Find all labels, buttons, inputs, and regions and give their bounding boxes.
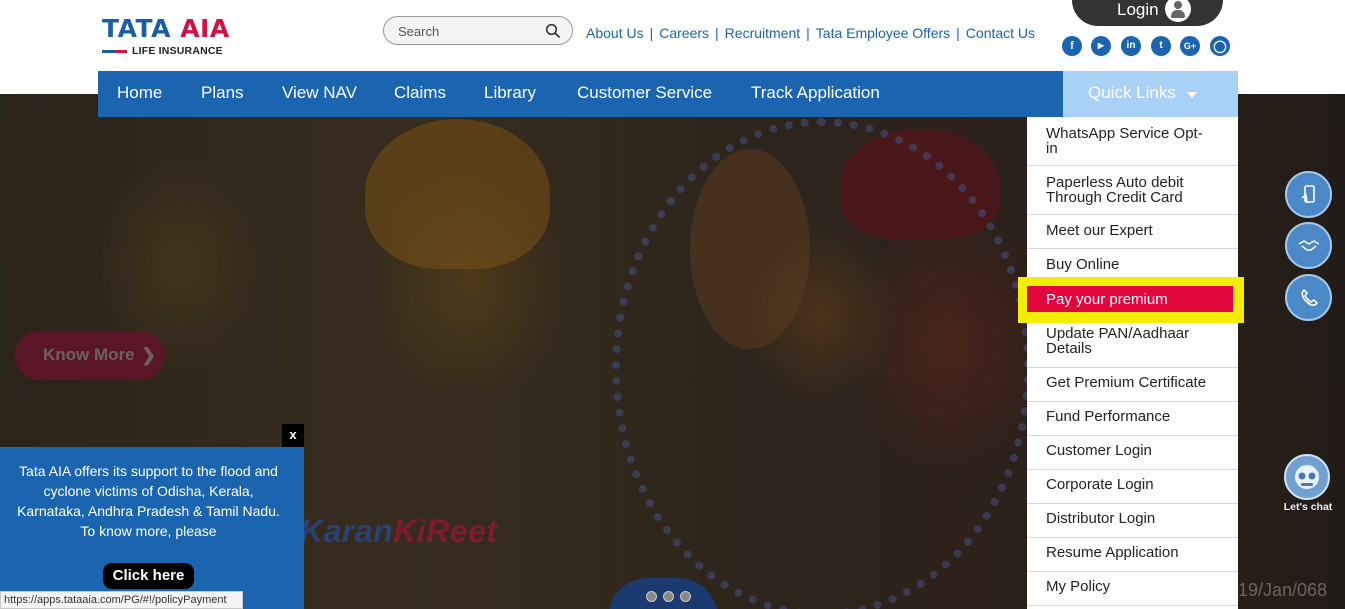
- quick-links-label: Quick Links: [1088, 83, 1176, 102]
- close-notice-button[interactable]: x: [282, 424, 304, 447]
- search-input[interactable]: [398, 22, 538, 40]
- menu-item-label: Distributor Login: [1046, 510, 1156, 527]
- search-icon[interactable]: [545, 23, 561, 39]
- hero-decorative-ring: [612, 118, 1032, 609]
- menu-item-corporate-login[interactable]: Corporate Login: [1027, 470, 1238, 504]
- menu-item-label: WhatsApp Service Opt- in: [1046, 125, 1203, 157]
- separator: |: [649, 25, 654, 41]
- tata-employee-offers-link[interactable]: Tata Employee Offers: [816, 25, 950, 41]
- phone-icon: [1301, 288, 1319, 306]
- nav-track-application[interactable]: Track Application: [751, 71, 880, 117]
- phone-hand-icon: [1301, 185, 1315, 204]
- menu-item-label: Resume Application: [1046, 544, 1179, 561]
- page: KaranKiReet Know More ❯ 19/Jan/068 TATA …: [0, 0, 1345, 609]
- handshake-icon: [1298, 240, 1320, 251]
- logo-aia: AIA: [180, 14, 230, 43]
- nav-library[interactable]: Library: [484, 71, 536, 117]
- chatbot-icon: [1284, 454, 1330, 500]
- about-us-link[interactable]: About Us: [586, 25, 644, 41]
- quick-links-toggle[interactable]: Quick Links: [1063, 71, 1238, 117]
- menu-item-label: Meet our Expert: [1046, 222, 1153, 239]
- nav-customer-service[interactable]: Customer Service: [577, 71, 712, 117]
- user-icon: [1165, 0, 1191, 22]
- menu-item-my-policy[interactable]: My Policy: [1027, 572, 1238, 606]
- menu-item-distributor-login[interactable]: Distributor Login: [1027, 504, 1238, 538]
- menu-item-label: Corporate Login: [1046, 476, 1154, 493]
- chat-widget[interactable]: Let's chat: [1282, 454, 1332, 514]
- partner-button[interactable]: [1285, 222, 1332, 269]
- careers-link[interactable]: Careers: [659, 25, 709, 41]
- logo-subtitle: LIFE INSURANCE: [132, 45, 223, 57]
- login-button[interactable]: Login: [1072, 0, 1223, 26]
- login-label: Login: [1117, 0, 1159, 19]
- carousel-dot[interactable]: [680, 591, 691, 602]
- menu-item-label: Fund Performance: [1046, 408, 1171, 425]
- mobile-app-button[interactable]: [1285, 171, 1332, 218]
- menu-item-label: Get Premium Certificate: [1046, 374, 1207, 391]
- notice-popup: Tata AIA offers its support to the flood…: [0, 447, 304, 609]
- search-box: [383, 16, 573, 45]
- menu-item-premium-certificate[interactable]: Get Premium Certificate: [1027, 368, 1238, 402]
- facebook-icon[interactable]: f: [1062, 36, 1082, 56]
- contact-us-link[interactable]: Contact Us: [966, 25, 1035, 41]
- nav-home[interactable]: Home: [117, 71, 162, 117]
- hero-tagline: KaranKiReet: [300, 513, 498, 550]
- menu-item-meet-our-expert[interactable]: Meet our Expert: [1027, 215, 1238, 249]
- menu-item-whatsapp-opt-in[interactable]: WhatsApp Service Opt- in: [1027, 117, 1238, 166]
- status-bar-url: https://apps.tataaia.com/PG/#!/policyPay…: [0, 591, 243, 609]
- know-more-button[interactable]: Know More ❯: [15, 331, 165, 380]
- chevron-right-icon: ❯: [141, 345, 157, 365]
- recruitment-link[interactable]: Recruitment: [725, 25, 800, 41]
- google-plus-icon[interactable]: G+: [1180, 36, 1200, 56]
- menu-item-label: Update PAN/Aadhaar Details: [1046, 325, 1190, 357]
- menu-item-label: Buy Online: [1046, 256, 1120, 273]
- menu-item-resume-application[interactable]: Resume Application: [1027, 538, 1238, 572]
- notice-text: Tata AIA offers its support to the flood…: [17, 463, 280, 539]
- instagram-icon[interactable]: ◯: [1210, 36, 1230, 56]
- chat-label: Let's chat: [1283, 501, 1333, 513]
- menu-item-pay-your-premium[interactable]: Pay your premium: [1027, 286, 1233, 312]
- tata-aia-logo[interactable]: TATA AIA LIFE INSURANCE: [102, 16, 252, 60]
- nav-view-nav[interactable]: View NAV: [282, 71, 357, 117]
- menu-item-label: Pay your premium: [1046, 291, 1168, 308]
- nav-plans[interactable]: Plans: [201, 71, 244, 117]
- main-nav: Home Plans View NAV Claims Library Custo…: [98, 71, 1064, 117]
- hero-tagline-part2: KiReet: [393, 513, 498, 549]
- click-here-button[interactable]: Click here: [103, 563, 194, 589]
- menu-item-label: Customer Login: [1046, 442, 1152, 459]
- menu-item-paperless-auto-debit[interactable]: Paperless Auto debit Through Credit Card: [1027, 166, 1238, 215]
- carousel-dot[interactable]: [646, 591, 657, 602]
- carousel-dot[interactable]: [663, 591, 674, 602]
- separator: |: [715, 25, 719, 41]
- hero-tagline-part1: Karan: [300, 513, 394, 549]
- top-links: About Us | Careers | Recruitment | Tata Employ…: [586, 25, 1035, 41]
- twitter-icon[interactable]: t: [1151, 36, 1171, 56]
- know-more-label: Know More: [43, 345, 135, 364]
- nav-claims[interactable]: Claims: [394, 71, 446, 117]
- logo-tata: TATA: [102, 14, 171, 43]
- menu-item-label: Paperless Auto debit Through Credit Card: [1046, 174, 1184, 206]
- call-button[interactable]: [1285, 274, 1332, 321]
- logo-bar: [102, 50, 127, 53]
- youtube-icon[interactable]: ▶: [1091, 36, 1111, 56]
- menu-item-update-pan-aadhaar[interactable]: Update PAN/Aadhaar Details: [1027, 323, 1238, 368]
- hero-date-text: 19/Jan/068: [1238, 580, 1328, 600]
- caret-down-icon: [1187, 92, 1197, 98]
- separator: |: [956, 25, 960, 41]
- menu-item-customer-login[interactable]: Customer Login: [1027, 436, 1238, 470]
- linkedin-icon[interactable]: in: [1121, 36, 1141, 56]
- quick-links-menu: WhatsApp Service Opt- in Paperless Auto …: [1027, 117, 1238, 609]
- menu-item-fund-performance[interactable]: Fund Performance: [1027, 402, 1238, 436]
- separator: |: [806, 25, 810, 41]
- logo-wordmark: TATA AIA: [102, 16, 252, 42]
- menu-item-label: My Policy: [1046, 578, 1111, 595]
